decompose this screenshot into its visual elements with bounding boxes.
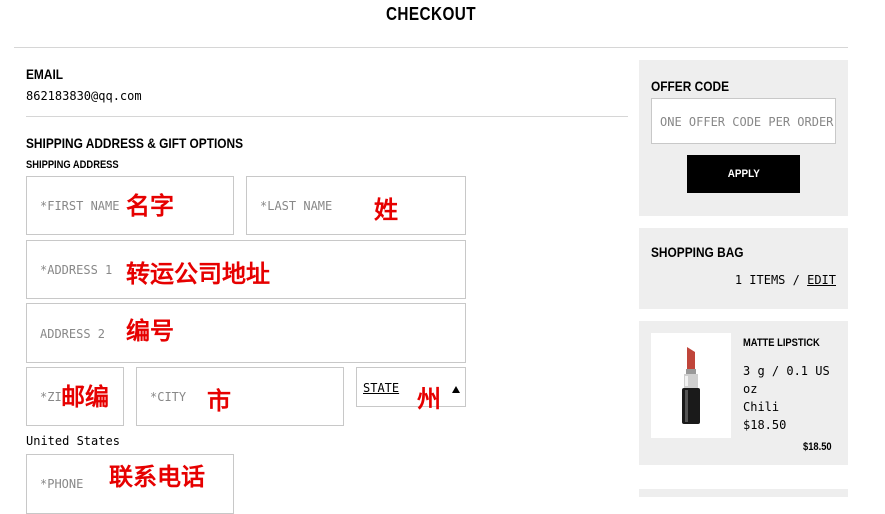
bag-items-count: 1 ITEMS / xyxy=(734,273,800,287)
phone-field[interactable]: *PHONE 联系电话 xyxy=(26,454,234,514)
zip-annotation: 邮编 xyxy=(61,383,109,411)
lipstick-image xyxy=(651,333,731,438)
edit-bag-link[interactable]: EDIT xyxy=(807,273,836,287)
offer-code-title: OFFER CODE xyxy=(651,78,730,94)
offer-code-placeholder: ONE OFFER CODE PER ORDER xyxy=(660,115,834,129)
divider xyxy=(14,47,848,48)
divider xyxy=(26,116,628,117)
city-annotation: 市 xyxy=(207,387,231,415)
product-panel: MATTE LIPSTICK 3 g / 0.1 US oz Chili $18… xyxy=(639,321,848,465)
product-size-line2: oz xyxy=(743,382,758,396)
chevron-down-icon xyxy=(452,386,460,393)
zip-placeholder: *ZI xyxy=(40,390,62,404)
first-name-annotation: 名字 xyxy=(126,192,174,220)
address1-annotation: 转运公司地址 xyxy=(126,260,270,288)
phone-placeholder: *PHONE xyxy=(40,477,84,491)
city-field[interactable]: *CITY 市 xyxy=(136,367,344,426)
address2-placeholder: ADDRESS 2 xyxy=(40,327,106,341)
country-value: United States xyxy=(26,434,120,448)
product-size-line1: 3 g / 0.1 US xyxy=(743,364,830,378)
offer-code-panel: OFFER CODE ONE OFFER CODE PER ORDER APPL… xyxy=(639,60,848,216)
phone-annotation: 联系电话 xyxy=(109,463,205,491)
lipstick-icon xyxy=(682,347,700,424)
state-select[interactable]: STATE 州 xyxy=(356,367,466,411)
bag-summary: 1 ITEMS / EDIT xyxy=(735,273,836,287)
shipping-address-subtitle: SHIPPING ADDRESS xyxy=(26,159,119,171)
shopping-bag-title: SHOPPING BAG xyxy=(651,244,744,260)
email-value: 862183830@qq.com xyxy=(26,89,142,103)
last-name-placeholder: *LAST NAME xyxy=(260,199,333,213)
page-title: CHECKOUT xyxy=(385,4,477,24)
apply-button-label: APPLY xyxy=(727,168,760,180)
address2-annotation: 编号 xyxy=(126,317,174,345)
zip-field[interactable]: *ZI 邮编 xyxy=(26,367,124,426)
product-total: $18.50 xyxy=(803,441,832,453)
apply-button[interactable]: APPLY xyxy=(687,155,800,193)
product-unit-price: $18.50 xyxy=(743,418,787,432)
shopping-bag-panel: SHOPPING BAG 1 ITEMS / EDIT xyxy=(639,228,848,309)
product-shade: Chili xyxy=(743,400,780,414)
address2-field[interactable]: ADDRESS 2 编号 xyxy=(26,303,466,363)
first-name-placeholder: *FIRST NAME xyxy=(40,199,120,213)
offer-code-input[interactable]: ONE OFFER CODE PER ORDER xyxy=(651,98,836,144)
product-name: MATTE LIPSTICK xyxy=(743,337,820,349)
shipping-section-title: SHIPPING ADDRESS & GIFT OPTIONS xyxy=(26,135,244,151)
last-name-annotation: 姓 xyxy=(374,196,398,224)
state-label: STATE xyxy=(363,381,400,395)
last-name-field[interactable]: *LAST NAME 姓 xyxy=(246,176,466,235)
next-panel xyxy=(639,489,848,497)
first-name-field[interactable]: *FIRST NAME 名字 xyxy=(26,176,234,235)
address1-placeholder: *ADDRESS 1 xyxy=(40,263,113,277)
city-placeholder: *CITY xyxy=(150,390,187,404)
email-label: EMAIL xyxy=(26,66,64,82)
state-annotation: 州 xyxy=(417,385,441,413)
address1-field[interactable]: *ADDRESS 1 转运公司地址 xyxy=(26,240,466,299)
